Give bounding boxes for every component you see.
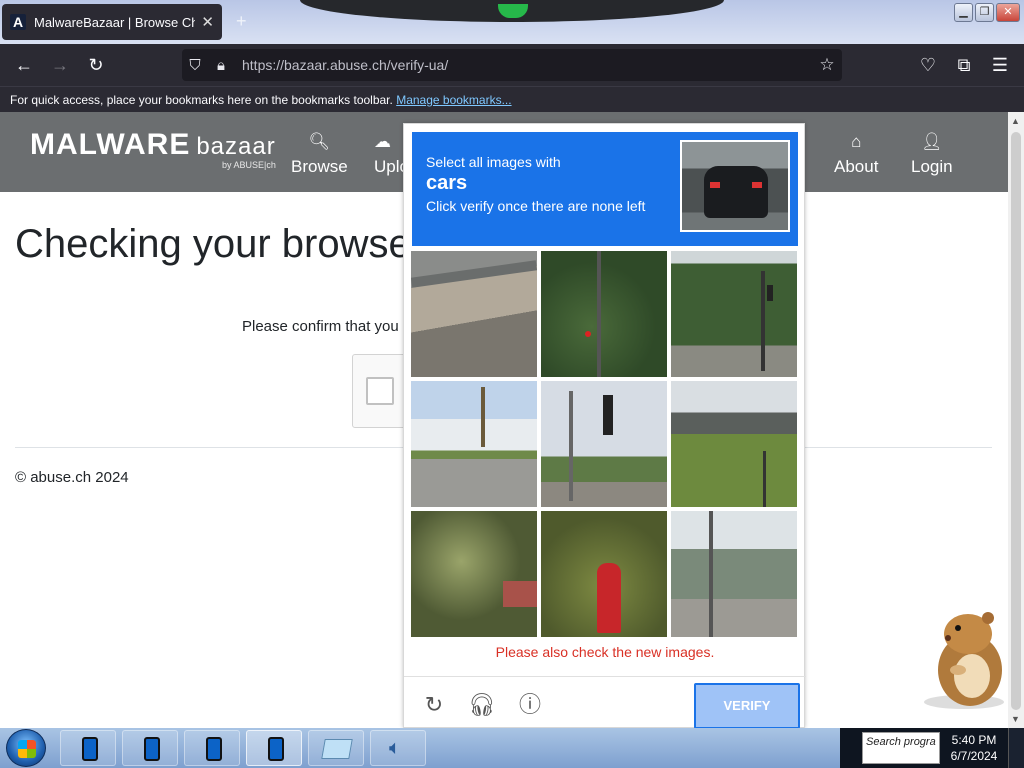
captcha-instruction: Select all images with bbox=[426, 154, 561, 170]
phone-icon bbox=[82, 737, 98, 761]
url-text[interactable]: https://bazaar.abuse.ch/verify-ua/ bbox=[242, 57, 812, 73]
car-image bbox=[704, 166, 768, 218]
captcha-error-message: Please also check the new images. bbox=[495, 644, 715, 660]
taskbar: 🔈︎ Search progra 5:40 PM 6/7/2024 bbox=[0, 728, 1024, 768]
info-icon[interactable]: ⓘ bbox=[516, 691, 544, 719]
tab-title: MalwareBazaar | Browse Checking bbox=[34, 14, 196, 30]
phone-icon bbox=[206, 737, 222, 761]
captcha-tile[interactable] bbox=[541, 381, 667, 507]
captcha-tile[interactable] bbox=[541, 511, 667, 637]
browser-tab-strip: A MalwareBazaar | Browse Checking ✕ + ▁ … bbox=[0, 0, 1024, 44]
scroll-up-icon[interactable]: ▲ bbox=[1011, 116, 1020, 126]
minimize-button[interactable]: ▁ bbox=[954, 3, 973, 22]
taskbar-app[interactable] bbox=[122, 730, 178, 766]
start-search-input[interactable]: Search progra bbox=[862, 732, 940, 764]
captcha-tile[interactable] bbox=[411, 251, 537, 377]
pocket-icon[interactable]: ♡ bbox=[914, 52, 942, 78]
scroll-thumb[interactable] bbox=[1011, 132, 1021, 710]
nav-login[interactable]: 👤︎ Login bbox=[911, 132, 953, 177]
captcha-sample-image bbox=[680, 140, 790, 232]
new-tab-icon[interactable]: + bbox=[236, 11, 247, 32]
windows-logo-icon bbox=[18, 740, 36, 758]
menu-icon[interactable]: ☰ bbox=[986, 52, 1014, 78]
building-icon: ⌂ bbox=[851, 132, 862, 151]
captcha-header: Select all images with cars Click verify… bbox=[412, 132, 798, 246]
nav-about-label: About bbox=[834, 157, 879, 176]
captcha-tile[interactable] bbox=[671, 251, 797, 377]
site-logo[interactable]: MALWARE bazaar bbox=[30, 128, 276, 162]
clock[interactable]: 5:40 PM 6/7/2024 bbox=[944, 732, 1004, 764]
taskbar-app-active[interactable] bbox=[246, 730, 302, 766]
clock-date: 6/7/2024 bbox=[950, 749, 998, 763]
bookmarks-toolbar: For quick access, place your bookmarks h… bbox=[0, 86, 1024, 112]
shield-icon[interactable]: ⛉ bbox=[182, 57, 208, 74]
forward-icon[interactable]: → bbox=[46, 52, 74, 78]
verify-button[interactable]: VERIFY bbox=[694, 683, 800, 729]
reload-icon[interactable]: ↻ bbox=[82, 52, 110, 78]
nav-upload-label: Uplo bbox=[374, 157, 404, 176]
captcha-tile[interactable] bbox=[671, 511, 797, 637]
scroll-down-icon[interactable]: ▼ bbox=[1011, 714, 1020, 724]
hamster-mascot bbox=[924, 612, 1004, 709]
page-scrollbar[interactable]: ▲ ▼ bbox=[1008, 112, 1024, 728]
upload-icon: ☁ bbox=[374, 132, 391, 151]
reload-challenge-icon[interactable]: ↻ bbox=[420, 691, 448, 719]
taskbar-app[interactable]: 🔈︎ bbox=[370, 730, 426, 766]
clock-time: 5:40 PM bbox=[951, 733, 997, 747]
phone-icon bbox=[144, 737, 160, 761]
lock-icon[interactable]: 🔒︎ bbox=[208, 57, 234, 74]
notepad-icon bbox=[321, 739, 353, 759]
show-desktop-button[interactable] bbox=[1008, 728, 1024, 768]
back-icon[interactable]: ← bbox=[10, 52, 38, 78]
speaker-icon: 🔈︎ bbox=[389, 737, 401, 759]
phone-icon bbox=[268, 737, 284, 761]
nav-about[interactable]: ⌂ About bbox=[834, 132, 878, 177]
active-tab[interactable]: A MalwareBazaar | Browse Checking ✕ bbox=[2, 4, 222, 40]
taskbar-app[interactable] bbox=[184, 730, 240, 766]
logo-main: MALWARE bbox=[30, 128, 191, 161]
address-bar[interactable]: ⛉ 🔒︎ https://bazaar.abuse.ch/verify-ua/ … bbox=[182, 49, 842, 81]
recaptcha-checkbox[interactable] bbox=[366, 377, 394, 405]
close-window-button[interactable]: ✕ bbox=[996, 3, 1020, 22]
close-tab-icon[interactable]: ✕ bbox=[201, 13, 214, 31]
tab-favicon: A bbox=[10, 14, 26, 30]
nav-browse-label: Browse bbox=[291, 157, 348, 176]
browser-toolbar: ← → ↻ ⛉ 🔒︎ https://bazaar.abuse.ch/verif… bbox=[0, 44, 1024, 86]
taskbar-app[interactable] bbox=[308, 730, 364, 766]
audio-challenge-icon[interactable]: 🎧︎ bbox=[468, 691, 496, 719]
logo-sub: bazaar bbox=[196, 133, 276, 160]
manage-bookmarks-link[interactable]: Manage bookmarks... bbox=[396, 93, 511, 107]
logo-by: by ABUSE|ch bbox=[222, 160, 276, 170]
nav-upload[interactable]: ☁ Uplo bbox=[374, 132, 404, 177]
nav-browse[interactable]: 🔍︎ Browse bbox=[291, 132, 348, 177]
captcha-tile[interactable] bbox=[411, 511, 537, 637]
page-heading: Checking your browse bbox=[15, 222, 411, 266]
captcha-tile[interactable] bbox=[411, 381, 537, 507]
captcha-challenge: Select all images with cars Click verify… bbox=[403, 123, 806, 729]
captcha-tile[interactable] bbox=[671, 381, 797, 507]
window-controls: ▁ ❐ ✕ bbox=[954, 3, 1020, 22]
taskbar-app[interactable] bbox=[60, 730, 116, 766]
bookmarks-hint: For quick access, place your bookmarks h… bbox=[10, 93, 393, 107]
confirm-text: Please confirm that you bbox=[242, 318, 399, 335]
search-icon: 🔍︎ bbox=[308, 132, 331, 151]
bookmark-star-icon[interactable]: ☆ bbox=[812, 55, 842, 75]
user-icon: 👤︎ bbox=[921, 132, 943, 151]
extensions-icon[interactable]: ⧉ bbox=[950, 52, 978, 78]
nav-login-label: Login bbox=[911, 157, 953, 176]
captcha-target: cars bbox=[426, 172, 468, 194]
captcha-grid bbox=[411, 251, 799, 639]
start-button[interactable] bbox=[6, 729, 46, 767]
captcha-hint: Click verify once there are none left bbox=[426, 198, 646, 214]
captcha-tile[interactable] bbox=[541, 251, 667, 377]
desktop-screen: A MalwareBazaar | Browse Checking ✕ + ▁ … bbox=[0, 0, 1024, 768]
captcha-footer: ↻ 🎧︎ ⓘ VERIFY bbox=[404, 676, 806, 729]
restore-button[interactable]: ❐ bbox=[975, 3, 994, 22]
copyright: © abuse.ch 2024 bbox=[15, 469, 129, 486]
